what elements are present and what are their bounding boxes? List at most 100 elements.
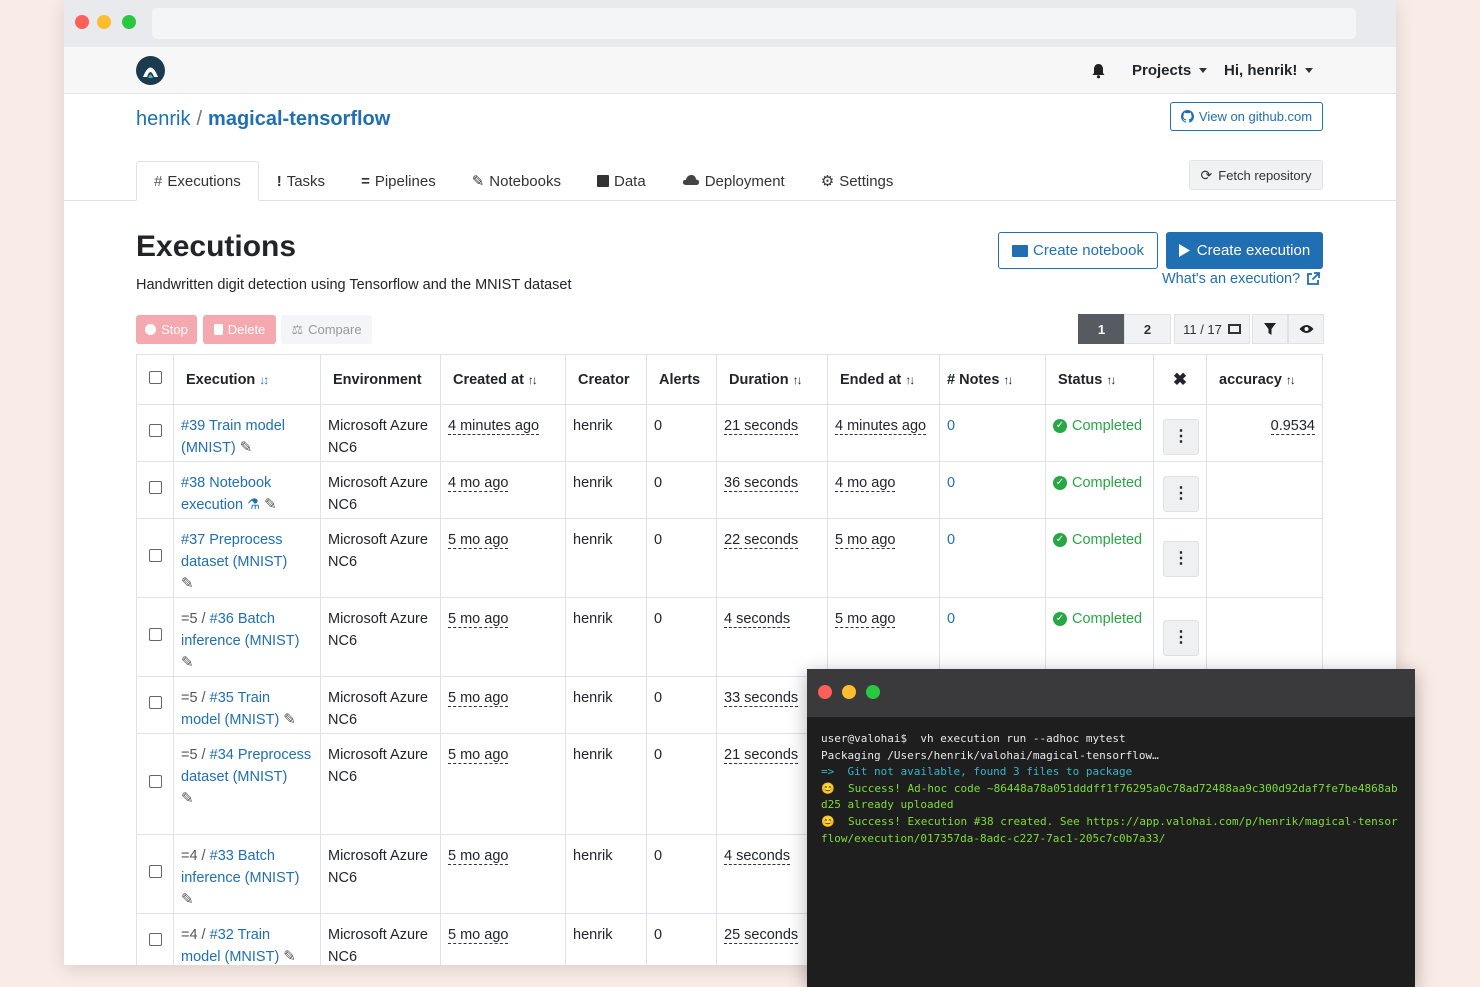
view-on-github-button[interactable]: View on github.com (1170, 102, 1323, 131)
select-all-header (136, 354, 174, 405)
breadcrumb-repo-link[interactable]: magical-tensorflow (208, 108, 390, 130)
row-checkbox[interactable] (148, 549, 162, 562)
alerts-cell: 0 (646, 733, 717, 835)
sort-icon: ↑↓ (1106, 372, 1116, 387)
row-checkbox[interactable] (148, 775, 162, 788)
column-header-accuracy[interactable]: accuracy ↑↓ (1206, 354, 1323, 405)
create-execution-button[interactable]: Create execution (1166, 232, 1323, 269)
table-row[interactable]: #38 Notebook execution ⚗ ✎ Microsoft Azure… (136, 461, 1323, 519)
breadcrumb-owner-link[interactable]: henrik (136, 108, 190, 130)
row-actions-kebab-button[interactable]: ⋮ (1163, 476, 1199, 512)
pencil-icon[interactable]: ✎ (264, 496, 277, 513)
pencil-icon[interactable]: ✎ (181, 790, 194, 807)
column-header-ended-at[interactable]: Ended at ↑↓ (827, 354, 940, 405)
pencil-icon[interactable]: ✎ (283, 948, 296, 965)
column-header-notes[interactable]: # Notes ↑↓ (939, 354, 1046, 405)
scale-icon: ⚖ (291, 321, 304, 337)
duration-cell: 25 seconds (724, 927, 799, 944)
delete-button[interactable]: Delete (203, 315, 276, 344)
execution-link[interactable]: #39 Train model (MNIST) (181, 418, 285, 456)
github-button-label: View on github.com (1198, 109, 1313, 124)
visibility-toggle-button[interactable] (1288, 314, 1324, 344)
pencil-icon[interactable]: ✎ (240, 439, 253, 456)
tab-pipelines[interactable]: = Pipelines (343, 161, 454, 201)
tab-label: Notebooks (489, 172, 561, 190)
valohai-logo-icon[interactable] (136, 56, 165, 85)
tab-label: Executions (167, 172, 241, 190)
hash-icon: # (154, 172, 163, 190)
column-header-execution[interactable]: Execution ↓↕ (173, 354, 321, 405)
floppy-disk-icon (597, 175, 609, 187)
table-row[interactable]: #39 Train model (MNIST) ✎ Microsoft Azure… (136, 404, 1323, 462)
tab-data[interactable]: Data (579, 161, 664, 201)
maximize-window-dot[interactable] (866, 685, 880, 699)
execution-link[interactable]: #37 Preprocess dataset (MNIST) (181, 532, 287, 570)
environment-cell: Microsoft Azure NC6 (320, 461, 441, 519)
close-window-dot[interactable] (818, 685, 832, 699)
created-at-cell: 5 mo ago (448, 927, 509, 944)
pencil-icon[interactable]: ✎ (181, 654, 194, 671)
row-actions-kebab-button[interactable]: ⋮ (1163, 541, 1199, 577)
create-notebook-label: Create notebook (1033, 242, 1144, 259)
bell-icon[interactable] (1091, 47, 1106, 94)
pipeline-prefix: =5 / (181, 690, 210, 706)
project-tabs: # Executions ! Tasks = Pipelines ✎ Notebooks… (136, 161, 911, 201)
close-window-dot[interactable] (75, 15, 89, 29)
creator-cell: henrik (565, 518, 647, 598)
page-2-button[interactable]: 2 (1124, 314, 1171, 344)
table-row[interactable]: =5 / #36 Batch inference (MNIST) ✎ Micros… (136, 597, 1323, 677)
maximize-window-dot[interactable] (122, 15, 136, 29)
row-actions-kebab-button[interactable]: ⋮ (1163, 419, 1199, 455)
column-header-created-at[interactable]: Created at ↑↓ (440, 354, 566, 405)
row-checkbox[interactable] (148, 424, 162, 437)
select-all-checkbox[interactable] (148, 371, 162, 384)
column-header-duration[interactable]: Duration ↑↓ (716, 354, 828, 405)
fetch-repository-button[interactable]: ⟳ Fetch repository (1189, 160, 1323, 190)
whats-an-execution-link[interactable]: What's an execution? (1162, 271, 1321, 287)
terminal-line: 😊 Success! Execution #38 created. See ht… (821, 814, 1398, 845)
column-label: Created at (453, 371, 524, 388)
projects-menu[interactable]: Projects (1132, 47, 1208, 94)
compare-button[interactable]: ⚖ Compare (281, 315, 372, 344)
sort-icon: ↑↓ (792, 372, 803, 387)
filter-button[interactable] (1252, 314, 1288, 344)
minimize-window-dot[interactable] (97, 15, 111, 29)
address-bar[interactable] (152, 8, 1356, 39)
column-header-status[interactable]: Status ↑↓ (1045, 354, 1154, 405)
notes-cell[interactable]: 0 (939, 404, 1046, 462)
chevron-down-icon (1305, 68, 1314, 73)
tab-label: Pipelines (374, 172, 436, 190)
row-checkbox[interactable] (148, 628, 162, 641)
row-checkbox[interactable] (148, 696, 162, 709)
page-1-button[interactable]: 1 (1078, 314, 1125, 344)
tab-notebooks[interactable]: ✎ Notebooks (454, 161, 579, 201)
notes-cell[interactable]: 0 (939, 518, 1046, 598)
minimize-window-dot[interactable] (842, 685, 856, 699)
pipeline-prefix: =4 / (181, 848, 210, 864)
column-picker-button[interactable]: 11 / 17 (1174, 314, 1250, 344)
pencil-icon[interactable]: ✎ (181, 891, 194, 908)
row-checkbox[interactable] (148, 865, 162, 878)
alerts-cell: 0 (646, 834, 717, 914)
table-row[interactable]: #37 Preprocess dataset (MNIST) ✎ Microsof… (136, 518, 1323, 598)
column-header-actions: ✖ (1153, 354, 1207, 405)
column-header-alerts: Alerts (646, 354, 717, 405)
tab-label: Tasks (286, 172, 326, 190)
filter-icon (1264, 323, 1276, 335)
alerts-cell: 0 (646, 518, 717, 598)
tab-executions[interactable]: # Executions (136, 161, 259, 201)
notes-cell[interactable]: 0 (939, 461, 1046, 519)
tab-tasks[interactable]: ! Tasks (259, 161, 343, 201)
row-checkbox[interactable] (148, 481, 162, 494)
notes-cell[interactable]: 0 (939, 597, 1046, 677)
pencil-icon[interactable]: ✎ (283, 711, 296, 728)
tab-deployment[interactable]: Deployment (664, 161, 803, 201)
row-actions-kebab-button[interactable]: ⋮ (1163, 620, 1199, 656)
stop-button[interactable]: Stop (136, 315, 197, 344)
create-notebook-button[interactable]: Create notebook (998, 232, 1158, 269)
projects-label: Projects (1132, 62, 1192, 79)
user-menu[interactable]: Hi, henrik! (1224, 47, 1314, 94)
row-checkbox[interactable] (148, 933, 162, 946)
tab-settings[interactable]: ⚙ Settings (803, 161, 912, 201)
pencil-icon[interactable]: ✎ (181, 575, 194, 592)
